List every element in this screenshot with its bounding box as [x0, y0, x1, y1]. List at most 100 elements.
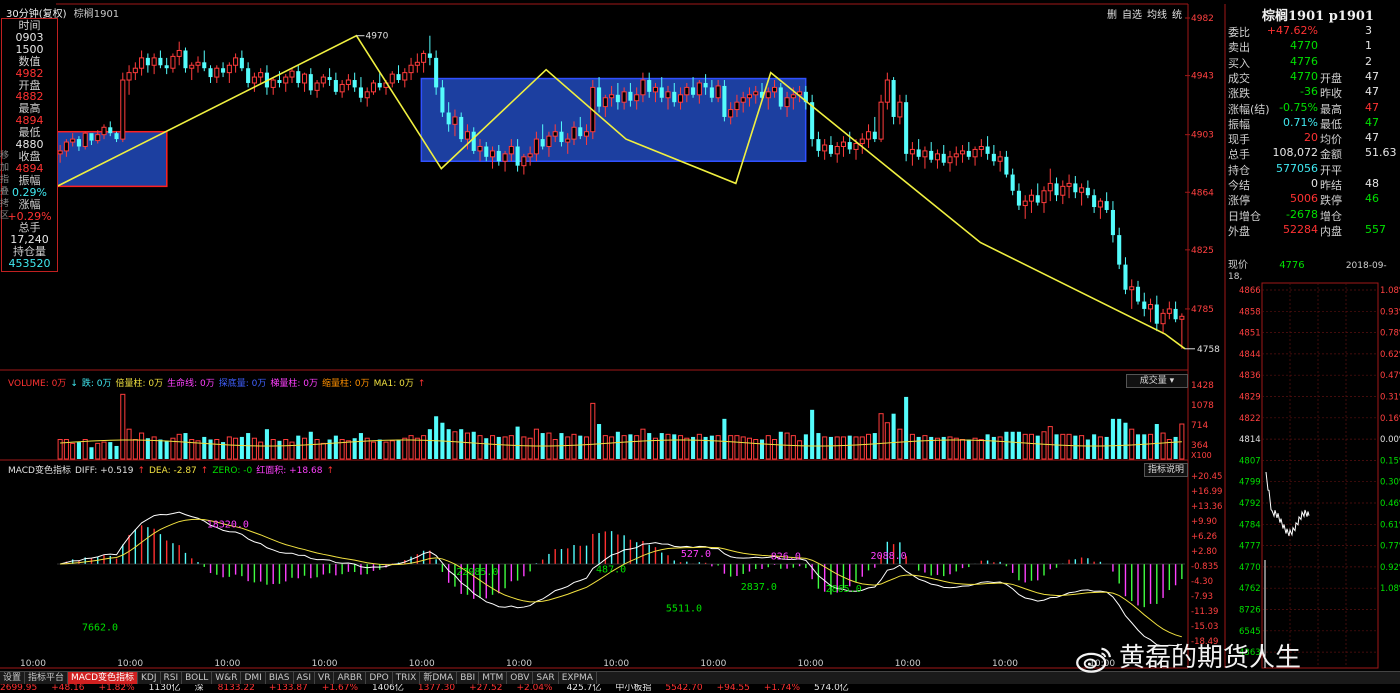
candle-body: [183, 50, 188, 69]
mini-pct-label: 1.08%: [1380, 584, 1400, 594]
toolbar-item[interactable]: 删: [1107, 10, 1117, 21]
indicator-tab[interactable]: 新DMA: [420, 672, 458, 684]
candle-body: [339, 83, 345, 93]
indicator-tab[interactable]: BBI: [457, 672, 480, 684]
indicator-tab[interactable]: MTM: [479, 672, 508, 684]
status-value: +2.04%: [516, 684, 553, 693]
legend-item: 倍量柱: 0万: [115, 379, 164, 389]
indicator-tab[interactable]: EXPMA: [559, 672, 597, 684]
macd-tick-label: +9.90: [1191, 517, 1217, 527]
indicator-tab[interactable]: 设置: [0, 672, 26, 684]
indicator-tab[interactable]: TRIX: [393, 672, 421, 684]
volume-bar: [571, 433, 577, 460]
volume-indicator-dropdown[interactable]: 成交量 ▾: [1126, 374, 1188, 388]
candle-body: [320, 76, 326, 84]
volume-bar: [953, 437, 959, 460]
quote-key: 金额: [1320, 148, 1342, 162]
candle-body: [778, 87, 783, 107]
quote-key: 涨幅(结): [1228, 102, 1270, 116]
candle-body: [953, 153, 959, 158]
quote-row: 今结 0 昨结 48: [1228, 177, 1400, 192]
candle-body: [853, 143, 859, 150]
info-value: 453520: [8, 257, 51, 271]
indicator-tab[interactable]: KDJ: [138, 672, 161, 684]
volume-bar: [709, 435, 714, 459]
toolbar-item[interactable]: 均线: [1147, 10, 1167, 21]
candle-body: [76, 139, 81, 147]
toolbar-item[interactable]: 统: [1172, 10, 1182, 21]
weibo-watermark: 黄磊的期货人生: [1075, 637, 1301, 674]
candle-body: [1066, 182, 1072, 187]
candle-body: [728, 109, 734, 118]
candle-body: [1073, 183, 1078, 193]
quote-row: 外盘 52284 内盘 557: [1228, 223, 1400, 238]
legend-item: MA1: 0万: [373, 379, 414, 389]
volume-bar: [1092, 434, 1097, 459]
volume-bar: [533, 428, 539, 460]
candle-body: [421, 52, 427, 63]
candle-body: [966, 150, 971, 157]
volume-bar: [1123, 422, 1128, 459]
low-label: 4758: [1197, 345, 1220, 355]
toolbar-item[interactable]: 自选: [1122, 10, 1142, 21]
candle-body: [634, 94, 640, 102]
volume-bars: 1428 1078 714 364X100: [57, 381, 1214, 460]
indicator-tab[interactable]: VR: [315, 672, 335, 684]
mini-price-label: 4866: [1239, 286, 1261, 296]
quote-value: -0.75%: [1279, 100, 1318, 114]
quote-row: 现手 20 均价 47: [1228, 131, 1400, 146]
mini-price-label: 4829: [1239, 393, 1261, 403]
indicator-tab[interactable]: OBV: [507, 672, 534, 684]
volume-bar: [145, 438, 150, 459]
price-axis: 4982 4943 4903 4864 4825 4785: [1191, 14, 1214, 315]
volume-bar: [459, 429, 464, 459]
volume-bar: [1097, 436, 1103, 460]
candle-body: [208, 68, 213, 78]
volume-bar: [502, 436, 508, 460]
candle-body: [822, 144, 828, 152]
candle-body: [1179, 315, 1185, 320]
mini-price-label: 4799: [1239, 478, 1261, 488]
indicator-tab[interactable]: DPO: [366, 672, 393, 684]
candle-body: [828, 145, 833, 154]
volume-bar: [765, 435, 771, 460]
candle-body: [427, 53, 432, 58]
indicator-tab[interactable]: RSI: [161, 672, 183, 684]
quote-key: 今结: [1228, 179, 1250, 192]
mini-price-label: 4770: [1239, 563, 1261, 573]
candle-body: [677, 94, 684, 103]
indicator-tab[interactable]: ASI: [294, 672, 316, 684]
volume-bar: [753, 439, 759, 460]
volume-bar: [270, 439, 276, 460]
candle-body: [621, 91, 627, 103]
quote-row: 买入 4776 2: [1228, 55, 1400, 70]
indicator-tab[interactable]: BOLL: [182, 672, 213, 684]
indicator-tab[interactable]: ARBR: [334, 672, 367, 684]
quote-key: 卖出: [1228, 41, 1250, 55]
candle-body: [941, 153, 946, 163]
macd-tick-label: -7.93: [1191, 592, 1213, 602]
indicator-tab[interactable]: SAR: [533, 672, 559, 684]
candle-body: [847, 142, 852, 150]
candle-body: [1123, 264, 1128, 290]
candle-body: [753, 91, 759, 96]
volume-bar: [684, 437, 690, 460]
indicator-tab[interactable]: 指标平台: [25, 672, 69, 684]
status-value: +1.67%: [321, 684, 358, 693]
indicator-tab[interactable]: MACD变色指标: [68, 672, 139, 684]
quote-key: 均价: [1320, 133, 1342, 147]
left-edge-tools[interactable]: 移 加 指 叠 拷 区: [0, 150, 9, 340]
time-tick-label: 10:00: [214, 659, 240, 669]
mini-pct-label: 0.77%: [1380, 542, 1400, 552]
mini-price-label: 4792: [1239, 499, 1261, 509]
indicator-tab[interactable]: BIAS: [266, 672, 294, 684]
info-value: 4982: [15, 66, 44, 80]
volume-bar: [1047, 426, 1053, 460]
indicator-tab[interactable]: W&R: [212, 672, 242, 684]
candle-body: [176, 49, 182, 57]
indicator-tab[interactable]: DMI: [241, 672, 266, 684]
indicator-help-button[interactable]: 指标说明: [1144, 463, 1188, 477]
price-tick-label: 4864: [1191, 188, 1214, 198]
time-tick-label: 10:00: [992, 659, 1018, 669]
volume-bar: [647, 433, 652, 459]
